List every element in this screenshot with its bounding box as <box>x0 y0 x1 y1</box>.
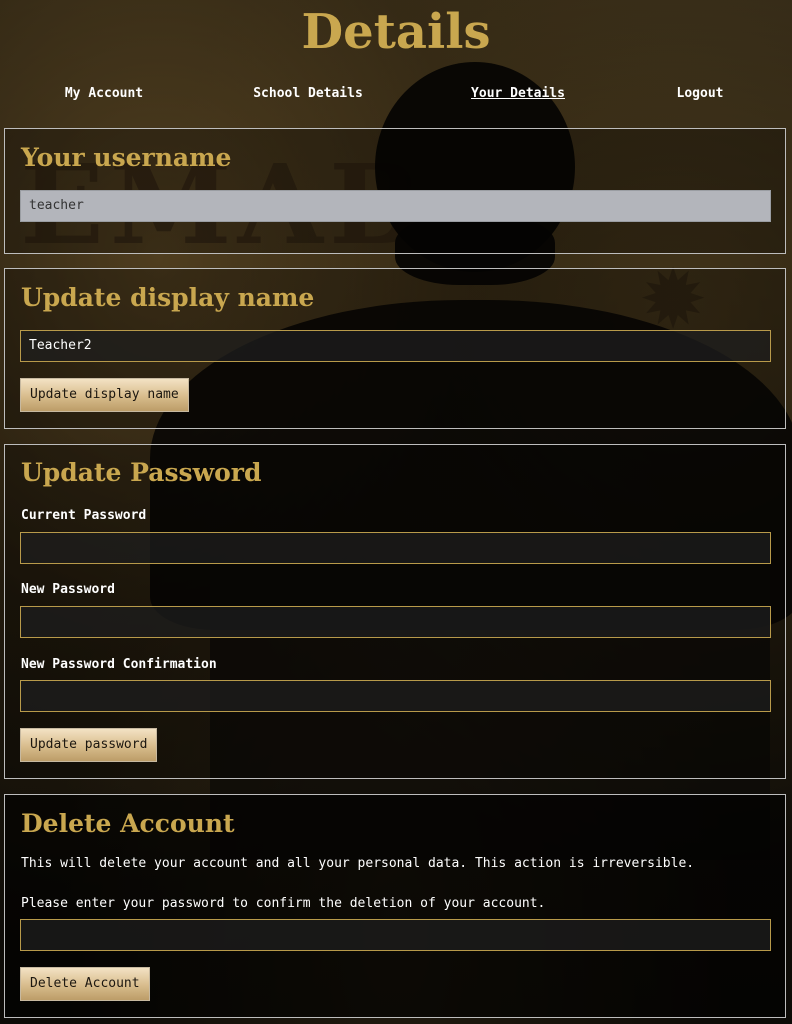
password-heading: Update Password <box>21 458 262 487</box>
new-password-label: New Password <box>21 582 115 597</box>
nav-my-account[interactable]: My Account <box>65 86 143 101</box>
display-name-input[interactable]: Teacher2 <box>20 330 771 362</box>
delete-instruction-text: Please enter your password to confirm th… <box>21 896 546 911</box>
password-panel: Update Password Current Password New Pas… <box>4 444 786 779</box>
nav-logout[interactable]: Logout <box>677 86 724 101</box>
update-display-name-button[interactable]: Update display name <box>20 378 189 412</box>
page-title: Details <box>301 4 491 60</box>
nav-your-details[interactable]: Your Details <box>471 86 565 101</box>
main-nav: My Account School Details Your Details L… <box>0 86 792 108</box>
delete-warning-text: This will delete your account and all yo… <box>21 856 695 871</box>
update-password-button[interactable]: Update password <box>20 728 158 762</box>
delete-account-panel: Delete Account This will delete your acc… <box>4 794 786 1018</box>
current-password-label: Current Password <box>21 508 147 523</box>
new-password-input[interactable] <box>20 606 771 638</box>
delete-account-button[interactable]: Delete Account <box>20 967 150 1001</box>
current-password-input[interactable] <box>20 532 771 564</box>
delete-account-heading: Delete Account <box>21 809 235 838</box>
confirm-password-input[interactable] <box>20 680 771 712</box>
username-panel: Your username teacher <box>4 128 786 254</box>
nav-school-details[interactable]: School Details <box>253 86 363 101</box>
delete-password-input[interactable] <box>20 919 771 951</box>
username-field: teacher <box>20 190 771 222</box>
username-heading: Your username <box>21 143 232 172</box>
display-name-heading: Update display name <box>21 283 315 312</box>
confirm-password-label: New Password Confirmation <box>21 657 217 672</box>
display-name-panel: Update display name Teacher2 Update disp… <box>4 268 786 429</box>
